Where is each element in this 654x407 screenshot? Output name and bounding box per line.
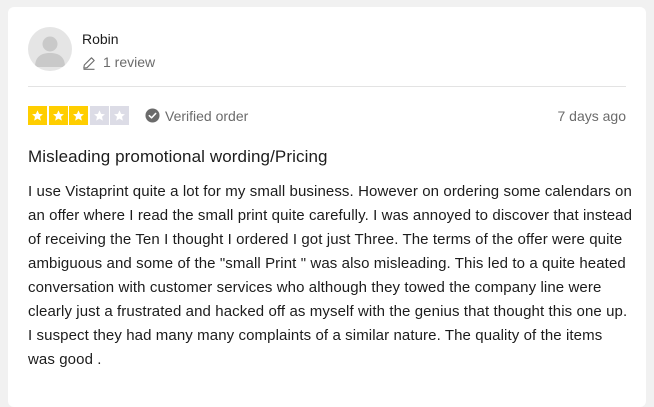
rating-row: Verified order 7 days ago (28, 106, 626, 125)
reviewer-meta: Robin 1 review (82, 27, 155, 71)
star-icon (110, 106, 129, 125)
avatar[interactable] (28, 27, 72, 71)
star-icon (48, 106, 68, 125)
review-count-label: 1 review (103, 54, 156, 70)
verified-badge[interactable]: Verified order (145, 108, 248, 124)
divider (28, 86, 626, 87)
star-rating (28, 106, 129, 125)
review-title[interactable]: Misleading promotional wording/Pricing (28, 146, 328, 168)
verified-label: Verified order (165, 107, 249, 124)
review-date: 7 days ago (557, 107, 627, 124)
star-icon (89, 106, 109, 125)
review-card: Robin 1 review Verified order 7 days ago… (8, 7, 646, 407)
star-icon (28, 106, 47, 125)
check-circle-icon (145, 108, 160, 123)
review-count: 1 review (82, 54, 155, 71)
reviewer-info: Robin 1 review (28, 27, 155, 71)
user-silhouette-icon (35, 36, 65, 67)
pencil-icon (83, 56, 95, 70)
reviewer-name[interactable]: Robin (82, 31, 155, 48)
review-body: I use Vistaprint quite a lot for my smal… (28, 183, 633, 368)
star-icon (69, 106, 88, 125)
